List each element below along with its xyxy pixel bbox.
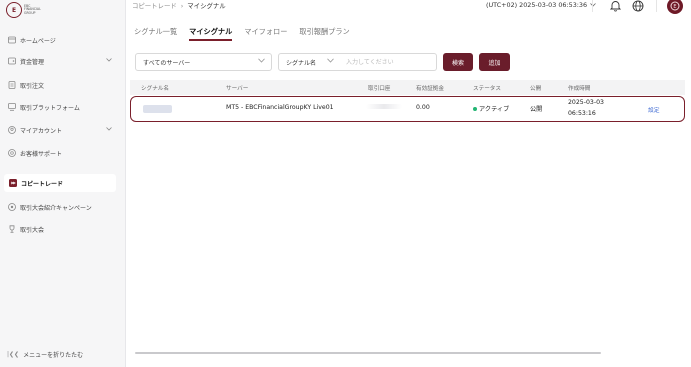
sidebar-item-platform[interactable]: 取引プラットフォーム xyxy=(0,98,126,116)
sidebar-item-label: 取引プラットフォーム xyxy=(20,104,80,112)
sidebar-item-label: 資金管理 xyxy=(20,58,45,66)
field-select[interactable]: シグナル名 xyxy=(278,53,341,71)
column-header: シグナル名 xyxy=(141,86,169,92)
status-badge: アクティブ xyxy=(473,104,509,113)
add-button[interactable]: 追加 xyxy=(479,53,510,71)
created-time-cell: 06:53:16 xyxy=(568,110,596,117)
tab-bar: シグナル一覧 マイシグナル マイフォロー 取引報酬プラン xyxy=(134,27,350,41)
trophy-icon xyxy=(7,225,16,234)
breadcrumb-parent[interactable]: コピートレード xyxy=(132,1,177,10)
bell-icon[interactable] xyxy=(608,0,622,13)
tab-my-follow[interactable]: マイフォロー xyxy=(244,27,287,41)
copytrade-icon xyxy=(8,179,17,188)
globe-icon[interactable] xyxy=(631,0,645,13)
column-header: ステータス xyxy=(473,86,501,92)
sidebar-item-home[interactable]: ホームページ xyxy=(0,31,126,49)
collapse-icon: |❮❮ xyxy=(7,351,20,358)
logo-line: GROUP xyxy=(24,10,36,15)
sidebar-item-label: 取引大会紹介キャンペーン xyxy=(20,204,92,212)
sidebar-item-contest[interactable]: 取引大会 xyxy=(0,220,126,238)
sidebar-item-label: ホームページ xyxy=(20,37,56,45)
public-cell: 公開 xyxy=(530,106,543,113)
search-input[interactable] xyxy=(340,53,437,71)
column-header: 公開 xyxy=(530,86,542,92)
chevron-down-icon xyxy=(327,58,334,65)
header-divider xyxy=(592,0,593,12)
wallet-icon xyxy=(7,57,16,66)
sidebar: E EBC FINANCIAL GROUP ホームページ 資金管理 取引注文 取… xyxy=(0,0,126,367)
logo-mark-icon: E xyxy=(6,2,22,18)
sidebar-item-orders[interactable]: 取引注文 xyxy=(0,76,126,94)
search-button[interactable]: 検索 xyxy=(443,53,473,71)
home-icon xyxy=(7,36,16,45)
chevron-down-icon xyxy=(258,58,265,65)
chevron-down-icon xyxy=(106,57,112,64)
tab-my-signal[interactable]: マイシグナル xyxy=(189,27,233,41)
timezone-selector[interactable]: (UTC+02) 2025-03-03 06:53:36 xyxy=(486,1,596,9)
top-header: コピートレード › マイシグナル (UTC+02) 2025-03-03 06:… xyxy=(126,0,691,14)
column-header: サーバー xyxy=(226,86,249,92)
sidebar-item-label: コピートレード xyxy=(21,180,64,188)
referral-icon xyxy=(7,203,16,212)
server-cell: MT5 - EBCFinancialGroupKY Live01 xyxy=(226,104,334,111)
brand-logo[interactable]: E EBC FINANCIAL GROUP xyxy=(6,2,52,18)
sidebar-item-support[interactable]: お客様サポート xyxy=(0,144,126,162)
server-select[interactable]: すべてのサーバー xyxy=(135,53,272,71)
chevron-right-icon: › xyxy=(180,1,184,10)
chevron-down-icon xyxy=(590,1,596,9)
support-icon xyxy=(7,149,16,158)
collapse-menu-button[interactable]: |❮❮ メニューを折りたたむ xyxy=(7,350,83,359)
sidebar-item-copytrade[interactable]: コピートレード xyxy=(4,174,116,192)
tab-reward-plan[interactable]: 取引報酬プラン xyxy=(299,27,349,41)
server-select-value: すべてのサーバー xyxy=(143,59,191,67)
logo-text: EBC FINANCIAL GROUP xyxy=(24,4,41,16)
horizontal-scrollbar[interactable] xyxy=(135,352,601,354)
chevron-down-icon xyxy=(106,126,112,133)
header-divider xyxy=(656,0,657,12)
svg-text:E: E xyxy=(673,4,676,10)
sidebar-item-label: マイアカウント xyxy=(20,127,63,135)
column-header: 有効証拠金 xyxy=(416,86,444,92)
sidebar-item-referral[interactable]: 取引大会紹介キャンペーン xyxy=(0,198,126,216)
user-icon xyxy=(7,126,16,135)
sidebar-item-funds[interactable]: 資金管理 xyxy=(0,52,126,70)
breadcrumb-current: マイシグナル xyxy=(187,2,226,10)
breadcrumb: コピートレード › マイシグナル xyxy=(132,1,226,11)
field-select-value: シグナル名 xyxy=(286,59,317,67)
sidebar-item-account[interactable]: マイアカウント xyxy=(0,121,126,139)
sidebar-item-label: お客様サポート xyxy=(20,150,63,158)
equity-cell: 0.00 xyxy=(416,104,430,111)
order-icon xyxy=(7,81,16,90)
timezone-label: (UTC+02) 2025-03-03 06:53:36 xyxy=(486,1,588,9)
column-header: 作成時間 xyxy=(568,86,591,92)
account-redacted xyxy=(366,104,402,109)
column-header: 取引口座 xyxy=(368,86,391,92)
tab-signal-list[interactable]: シグナル一覧 xyxy=(134,27,177,41)
created-date-cell: 2025-03-03 xyxy=(568,99,604,106)
settings-link[interactable]: 設定 xyxy=(648,105,660,114)
table-header xyxy=(130,80,685,95)
sidebar-item-label: 取引大会 xyxy=(20,226,45,234)
status-label: アクティブ xyxy=(479,106,510,113)
avatar[interactable]: E xyxy=(667,0,683,14)
signal-name-redacted xyxy=(143,105,172,113)
status-dot-icon xyxy=(473,107,477,111)
collapse-menu-label: メニューを折りたたむ xyxy=(23,352,84,359)
platform-icon xyxy=(7,103,16,112)
sidebar-item-label: 取引注文 xyxy=(20,82,45,90)
